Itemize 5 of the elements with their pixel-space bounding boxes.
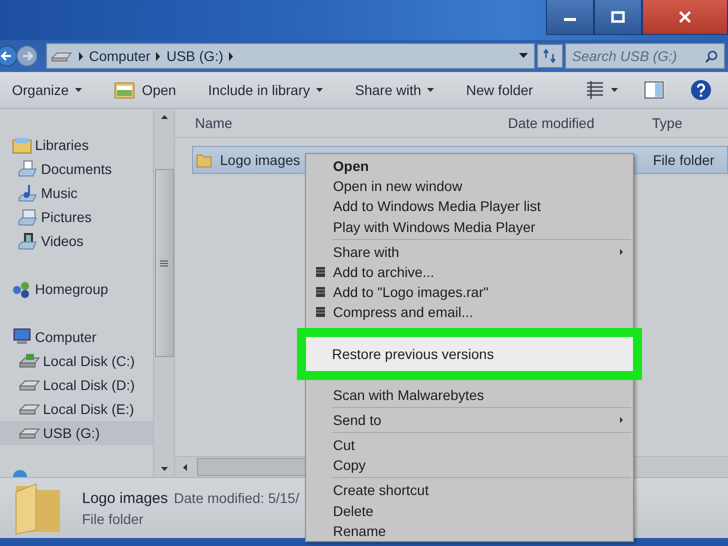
date-modified: Date modified: 5/15/: [174, 490, 300, 506]
item-name: Logo images: [82, 490, 168, 506]
file-type: File folder: [653, 152, 716, 168]
file-name: Logo images: [220, 152, 300, 168]
item-type: File folder: [82, 510, 144, 526]
